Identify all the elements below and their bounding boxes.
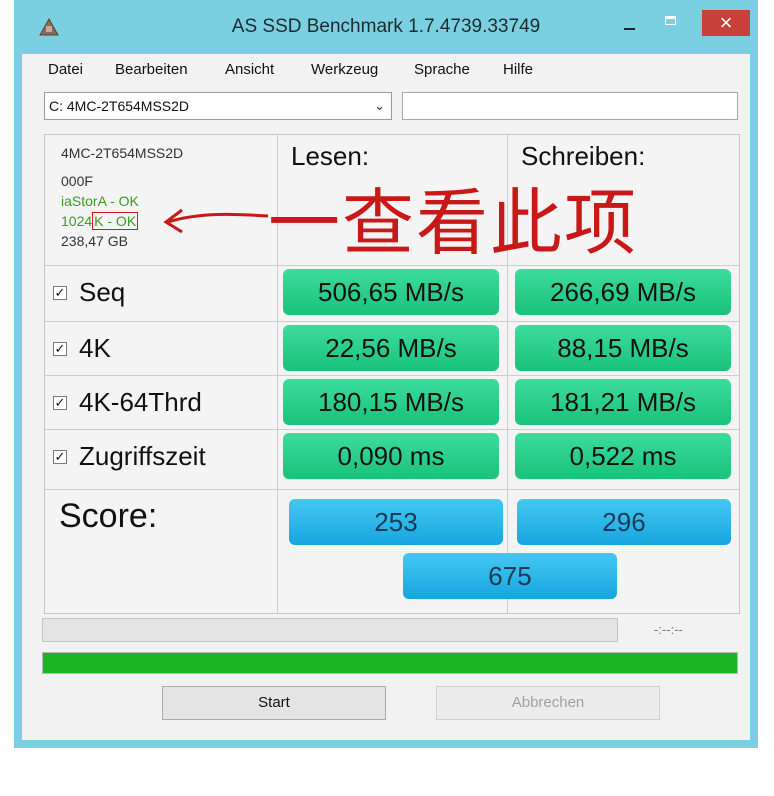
driver-status: iaStorA - OK [61, 193, 139, 209]
alignment-status: 1024 K - OK [61, 212, 139, 230]
zugriffszeit-checkbox[interactable]: ✓ [53, 450, 67, 464]
4k-write-value: 88,15 MB/s [515, 325, 731, 371]
menu-datei[interactable]: Datei [48, 61, 83, 78]
title-bar[interactable]: AS SSD Benchmark 1.7.4739.33749 × [14, 0, 758, 54]
menu-bar: Datei Bearbeiten Ansicht Werkzeug Sprach… [22, 54, 750, 84]
maximize-button[interactable] [654, 10, 688, 36]
menu-hilfe[interactable]: Hilfe [503, 61, 533, 78]
annotation-text: 一查看此项 [268, 181, 639, 265]
alignment-prefix: 1024 [61, 213, 93, 229]
score-write: 296 [517, 499, 731, 545]
4k-label: 4K [79, 333, 111, 363]
grid-divider [45, 321, 739, 322]
4k-64thrd-checkbox[interactable]: ✓ [53, 396, 67, 410]
menu-sprache[interactable]: Sprache [414, 61, 470, 78]
seq-checkbox[interactable]: ✓ [53, 286, 67, 300]
elapsed-time: -:--:-- [654, 622, 683, 637]
4k-checkbox[interactable]: ✓ [53, 342, 67, 356]
menu-werkzeug[interactable]: Werkzeug [311, 61, 378, 78]
start-button[interactable]: Start [162, 686, 386, 720]
grid-divider [45, 429, 739, 430]
zugriffszeit-write-value: 0,522 ms [515, 433, 731, 479]
alignment-highlight: K - OK [92, 212, 139, 230]
zugriffszeit-label: Zugriffszeit [79, 441, 206, 471]
score-total: 675 [403, 553, 617, 599]
minimize-button[interactable] [612, 10, 646, 36]
score-label: Score: [59, 497, 158, 535]
app-window: AS SSD Benchmark 1.7.4739.33749 × Datei … [14, 0, 758, 748]
chevron-down-icon: ⌄ [374, 98, 385, 113]
drive-model: 4MC-2T654MSS2D [61, 145, 184, 161]
grid-divider [45, 375, 739, 376]
drive-select-value: C: 4MC-2T654MSS2D [49, 98, 190, 114]
test-progress-bar [42, 618, 618, 642]
4k-64thrd-write-value: 181,21 MB/s [515, 379, 731, 425]
score-read: 253 [289, 499, 503, 545]
4k-read-value: 22,56 MB/s [283, 325, 499, 371]
4k-64thrd-label: 4K-64Thrd [79, 387, 202, 417]
grid-divider [45, 489, 739, 490]
drive-capacity: 238,47 GB [61, 233, 128, 249]
close-icon: × [719, 10, 733, 35]
drive-firmware: 000F [61, 173, 93, 189]
client-area: Datei Bearbeiten Ansicht Werkzeug Sprach… [22, 54, 750, 740]
abort-button[interactable]: Abbrechen [436, 686, 660, 720]
window-title: AS SSD Benchmark 1.7.4739.33749 [231, 16, 541, 37]
drive-select[interactable]: C: 4MC-2T654MSS2D ⌄ [44, 92, 392, 120]
drive-info-field[interactable] [402, 92, 738, 120]
seq-read-value: 506,65 MB/s [283, 269, 499, 315]
close-button[interactable]: × [702, 10, 750, 36]
4k-64thrd-read-value: 180,15 MB/s [283, 379, 499, 425]
overall-progress-bar [42, 652, 738, 674]
overall-progress-fill [43, 653, 737, 673]
zugriffszeit-read-value: 0,090 ms [283, 433, 499, 479]
seq-label: Seq [79, 277, 126, 307]
menu-ansicht[interactable]: Ansicht [225, 61, 274, 78]
seq-write-value: 266,69 MB/s [515, 269, 731, 315]
menu-bearbeiten[interactable]: Bearbeiten [115, 61, 188, 78]
